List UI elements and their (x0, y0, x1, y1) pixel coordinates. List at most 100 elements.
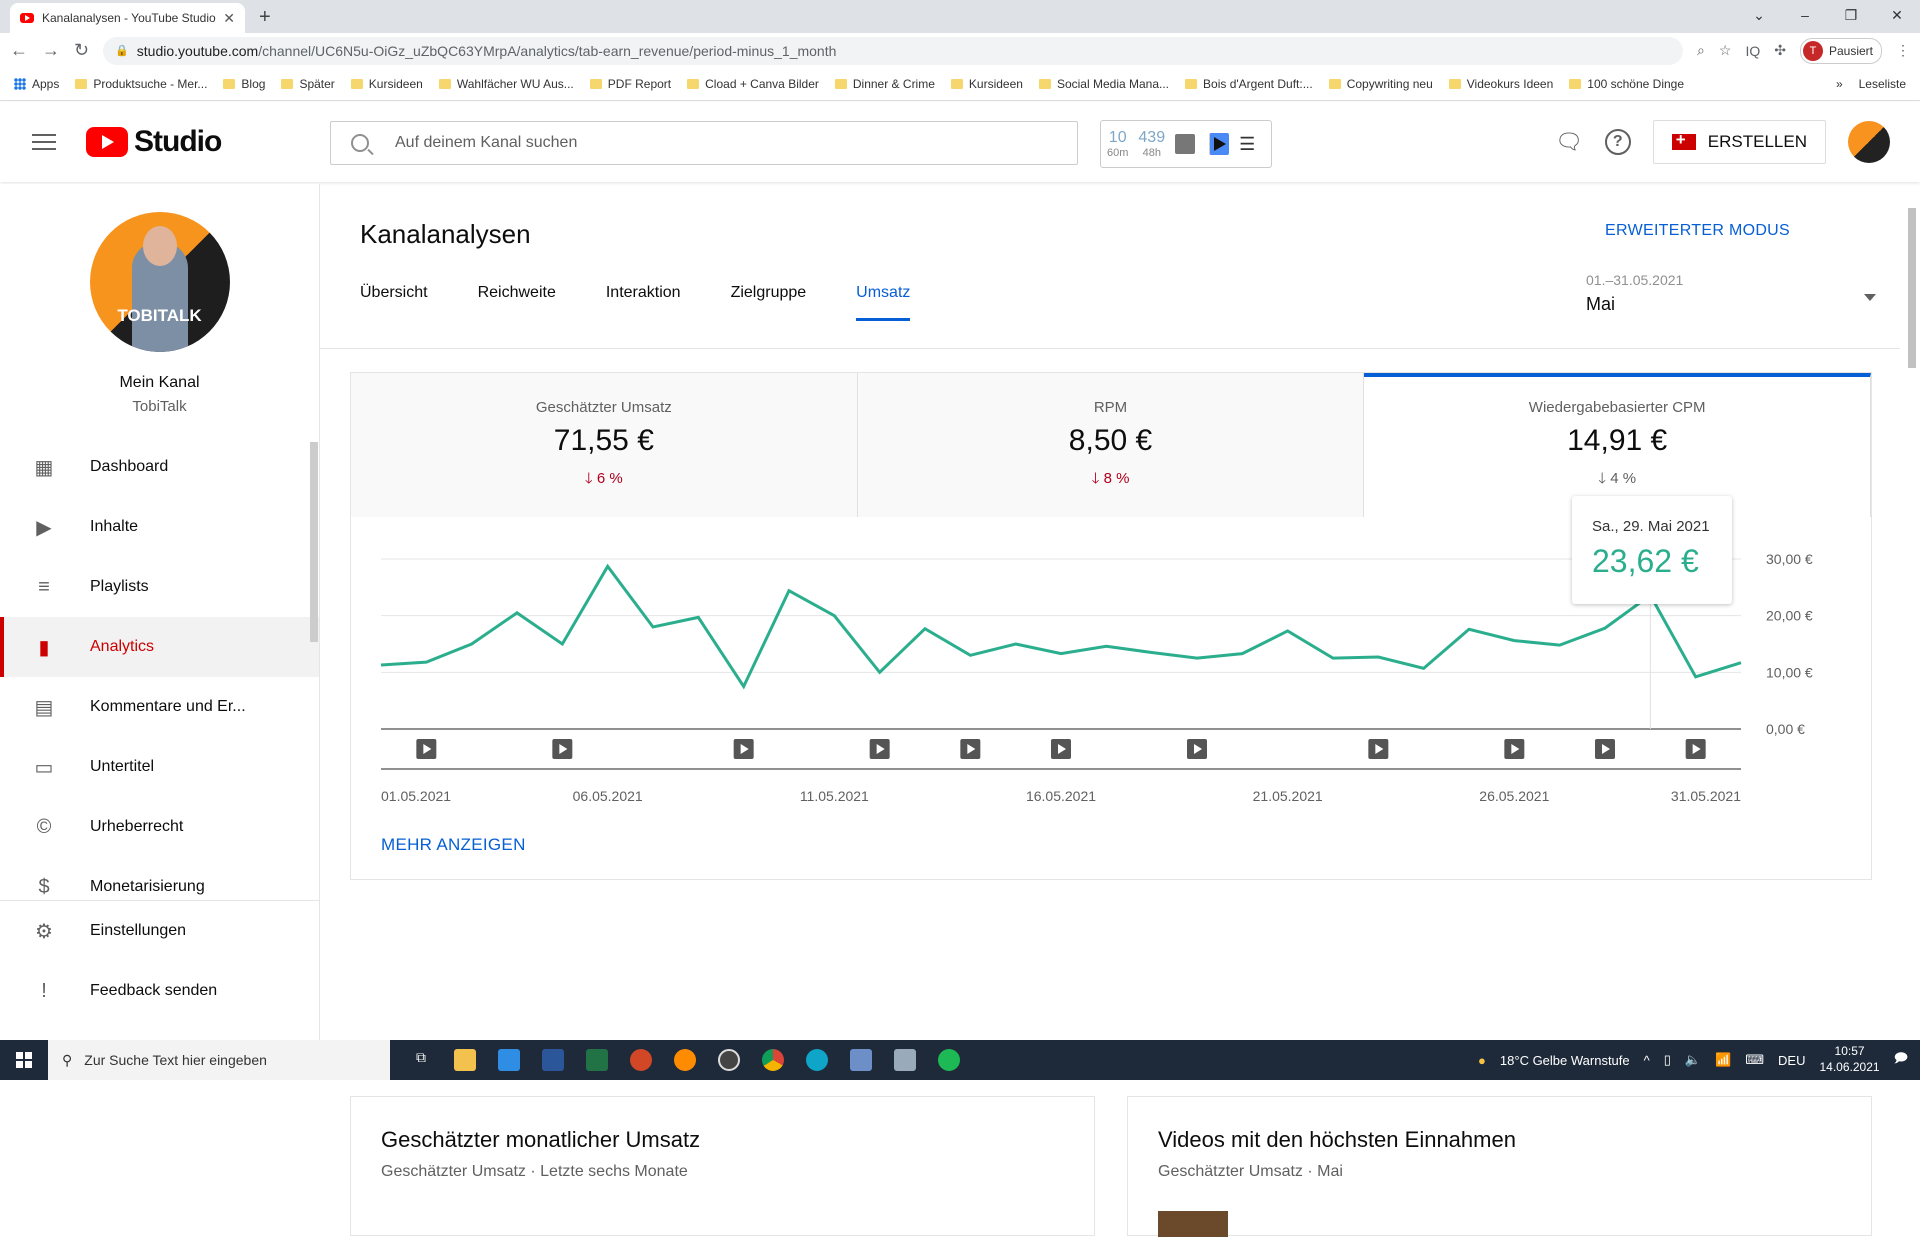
new-tab-button[interactable]: + (259, 6, 271, 29)
tab-übersicht[interactable]: Übersicht (360, 284, 428, 321)
profile-dropdown-icon[interactable]: ⌄ (1736, 7, 1782, 24)
bookmark-item[interactable]: Kursideen (950, 77, 1023, 91)
tray-chevron-icon[interactable]: ^ (1644, 1053, 1650, 1068)
metric-tab[interactable]: Geschätzter Umsatz 71,55 € 🡓 6 % (351, 373, 858, 517)
edge-icon[interactable] (806, 1049, 828, 1071)
obs-icon[interactable] (718, 1049, 740, 1071)
stat-views-48h: 439 48h (1138, 128, 1166, 159)
wifi-icon[interactable]: 📶 (1715, 1052, 1731, 1068)
bar-chart-icon[interactable] (1175, 134, 1196, 154)
video-camera-icon (1671, 130, 1696, 150)
bookmark-item[interactable]: Produktsuche - Mer... (75, 77, 207, 91)
sidebar-item-inhalte[interactable]: ▶ Inhalte (0, 497, 319, 557)
file-explorer-icon[interactable] (454, 1049, 476, 1071)
sidebar-item-feedback[interactable]: ! Feedback senden (0, 961, 319, 1021)
channel-search-input[interactable]: Auf deinem Kanal suchen (330, 121, 1078, 165)
sidebar-item-label: Kommentare und Er... (90, 698, 246, 715)
powerpoint-icon[interactable] (630, 1049, 652, 1071)
app-icon[interactable] (674, 1049, 696, 1071)
bookmark-item[interactable]: Social Media Mana... (1038, 77, 1169, 91)
task-view-icon[interactable]: ⧉ (410, 1049, 432, 1071)
messages-icon[interactable]: 🗨 (1555, 129, 1583, 155)
browser-tab[interactable]: Kanalanalysen - YouTube Studio ✕ (10, 3, 245, 33)
metric-tab[interactable]: RPM 8,50 € 🡓 8 % (857, 373, 1365, 517)
bookmark-item[interactable]: Kursideen (350, 77, 423, 91)
help-icon[interactable]: ? (1604, 129, 1631, 155)
keyboard-icon[interactable]: ⌨ (1745, 1052, 1764, 1068)
restore-button[interactable]: ❐ (1828, 7, 1874, 24)
battery-icon[interactable]: ▯ (1664, 1052, 1671, 1068)
excel-icon[interactable] (586, 1049, 608, 1071)
notifications-icon[interactable]: 🗩 (1894, 1049, 1908, 1071)
account-avatar[interactable] (1848, 121, 1890, 163)
sidebar-item-playlists[interactable]: ≡ Playlists (0, 557, 319, 617)
url-input[interactable]: 🔒 studio.youtube.com/channel/UC6N5u-OiGz… (103, 36, 1684, 65)
weather-status[interactable]: 18°C Gelbe Warnstufe (1500, 1053, 1630, 1068)
language-indicator[interactable]: DEU (1778, 1053, 1805, 1068)
vidiq-extension-widget[interactable]: 10 60m 439 48h ☰ (1100, 120, 1272, 168)
bookmark-item[interactable]: Blog (223, 77, 265, 91)
sidebar-item-urheberrecht[interactable]: © Urheberrecht (0, 797, 319, 857)
back-button[interactable]: ← (10, 40, 28, 61)
word-icon[interactable] (542, 1049, 564, 1071)
browser-menu-icon[interactable]: ⋮ (1896, 42, 1910, 59)
close-window-button[interactable]: ✕ (1874, 7, 1920, 24)
mail-icon[interactable] (498, 1049, 520, 1071)
app-icon-2[interactable] (850, 1049, 872, 1071)
clock[interactable]: 10:57 14.06.2021 (1820, 1044, 1880, 1075)
menu-icon[interactable]: ☰ (1239, 134, 1255, 155)
period-selector[interactable]: 01.–31.05.2021 Mai (1586, 272, 1876, 315)
video-thumbnail[interactable] (1158, 1211, 1228, 1237)
show-more-link[interactable]: MEHR ANZEIGEN (381, 835, 526, 855)
bookmark-item[interactable]: Bois d'Argent Duft:... (1185, 77, 1313, 91)
bookmark-item[interactable]: Cload + Canva Bilder (687, 77, 819, 91)
tab-umsatz[interactable]: Umsatz (856, 284, 911, 321)
extension-iq-icon[interactable]: IQ (1745, 43, 1760, 59)
start-button[interactable] (0, 1052, 48, 1068)
sidebar-item-einstellungen[interactable]: ⚙ Einstellungen (0, 901, 319, 961)
apps-bookmark[interactable]: Apps (14, 77, 59, 91)
folder-icon (834, 79, 847, 89)
sidebar-item-analytics[interactable]: ▮ Analytics (0, 617, 319, 677)
taskbar-search-input[interactable]: ⚲ Zur Suche Text hier eingeben (48, 1040, 390, 1080)
zoom-icon[interactable]: ⌕ (1697, 42, 1705, 59)
x-tick-label: 06.05.2021 (573, 788, 643, 804)
extensions-icon[interactable]: ✣ (1774, 42, 1786, 59)
tab-reichweite[interactable]: Reichweite (478, 284, 556, 321)
sidebar-item-dashboard[interactable]: ▦ Dashboard (0, 437, 319, 497)
bookmark-item[interactable]: Dinner & Crime (834, 77, 935, 91)
bookmark-item[interactable]: Copywriting neu (1328, 77, 1433, 91)
forward-button[interactable]: → (42, 40, 60, 61)
minimize-button[interactable]: – (1782, 7, 1828, 23)
studio-logo[interactable]: Studio (86, 125, 222, 159)
content-icon: ▶ (36, 516, 52, 539)
chrome-icon[interactable] (762, 1049, 784, 1071)
sidebar-scrollbar[interactable] (310, 442, 318, 642)
bookmark-item[interactable]: Später (281, 77, 335, 91)
reload-button[interactable]: ↻ (74, 40, 89, 61)
sidebar-item-untertitel[interactable]: ▭ Untertitel (0, 737, 319, 797)
vidiq-icon[interactable] (1209, 133, 1230, 155)
sidebar-item-kommentare[interactable]: ▤ Kommentare und Er... (0, 677, 319, 737)
close-tab-icon[interactable]: ✕ (223, 10, 235, 27)
bookmark-item[interactable]: Videokurs Ideen (1448, 77, 1553, 91)
page-scrollbar[interactable] (1906, 190, 1918, 1035)
tab-zielgruppe[interactable]: Zielgruppe (731, 284, 807, 321)
profile-button[interactable]: T Pausiert (1799, 37, 1882, 64)
bookmark-item[interactable]: PDF Report (589, 77, 671, 91)
channel-avatar[interactable]: TOBITALK (89, 212, 230, 352)
weather-icon[interactable]: ● (1478, 1053, 1486, 1068)
hamburger-menu-icon[interactable] (32, 134, 56, 150)
bookmark-item[interactable]: 100 schöne Dinge (1569, 77, 1684, 91)
notepad-icon[interactable] (894, 1049, 916, 1071)
advanced-mode-link[interactable]: ERWEITERTER MODUS (1605, 222, 1790, 240)
reading-list-button[interactable]: Leseliste (1859, 77, 1906, 91)
bookmark-item[interactable]: Wahlfächer WU Aus... (438, 77, 574, 91)
bookmark-star-icon[interactable]: ☆ (1719, 42, 1732, 59)
more-bookmarks-icon[interactable]: » (1836, 77, 1843, 91)
create-button[interactable]: ERSTELLEN (1652, 120, 1826, 164)
volume-icon[interactable]: 🔈 (1685, 1052, 1701, 1068)
spotify-icon[interactable] (938, 1049, 960, 1071)
tab-interaktion[interactable]: Interaktion (606, 284, 681, 321)
folder-icon (687, 79, 700, 89)
